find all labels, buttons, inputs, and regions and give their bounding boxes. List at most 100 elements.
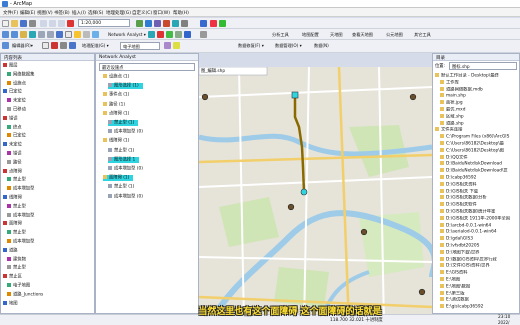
- toc-row[interactable]: 地图: [3, 300, 18, 307]
- identify-icon[interactable]: [65, 31, 72, 38]
- zoom-out-icon[interactable]: [11, 31, 18, 38]
- network-analyst-toolbar-label[interactable]: Network Analyst ▾: [108, 32, 146, 37]
- catalog-item[interactable]: D:\GIS相关数据\统计年鉴: [440, 209, 520, 215]
- toolbar-analysis-tools[interactable]: 分析工具: [272, 32, 289, 38]
- catalog-item[interactable]: E:\测试数据: [440, 297, 520, 303]
- toolbar-other-tools[interactable]: 其它工具: [414, 32, 431, 38]
- menu-selection[interactable]: 选择(S): [88, 10, 103, 16]
- toc-row[interactable]: 未定位: [3, 142, 22, 148]
- facility-marker-icon[interactable]: [360, 228, 368, 236]
- delete-icon[interactable]: [67, 20, 74, 27]
- toc-row[interactable]: 成本增加型: [7, 212, 34, 219]
- toc-row[interactable]: 已定位: [3, 89, 22, 95]
- toc-row[interactable]: 已移动: [7, 107, 26, 113]
- catalog-item[interactable]: D:\QQ文件: [440, 154, 520, 161]
- na-analysis-dropdown[interactable]: 最近设施点: [99, 63, 195, 71]
- trace-icon[interactable]: [60, 42, 67, 49]
- toolbar-public-map[interactable]: 公元地图: [386, 32, 403, 38]
- sketch-icon[interactable]: [42, 42, 49, 49]
- catalog-item[interactable]: E:\GIS资料: [440, 270, 520, 276]
- find-icon[interactable]: [74, 31, 81, 38]
- facility-marker-icon[interactable]: [201, 93, 209, 101]
- toc-row[interactable]: 路径: [7, 159, 22, 166]
- na-class-row[interactable]: 成本增加型 (0): [108, 129, 147, 135]
- catalog-item[interactable]: D:\GIS相关 下载: [440, 188, 520, 195]
- toc-row[interactable]: 成本增加型: [7, 186, 34, 192]
- directions-icon[interactable]: [175, 31, 182, 38]
- catalog-item[interactable]: D:\数据\GIS资料\世界行政: [440, 256, 520, 263]
- save-icon[interactable]: [20, 20, 27, 27]
- toolbar-map-config[interactable]: 地图配置: [302, 32, 319, 38]
- na-class-row[interactable]: 面障碍 (1): [103, 175, 134, 182]
- toc-row[interactable]: 设施点: [7, 80, 26, 87]
- full-extent-icon[interactable]: [29, 31, 36, 38]
- catalog-item[interactable]: D:\GIS相关资料: [440, 181, 520, 188]
- catalog-item[interactable]: 面状.jpg: [440, 100, 520, 106]
- toolbar-view-tianditu[interactable]: 查看天地图: [352, 32, 373, 38]
- menu-view[interactable]: 视图(V): [37, 10, 53, 16]
- toc-row[interactable]: 错误: [7, 151, 22, 157]
- link-table-icon[interactable]: [173, 42, 180, 49]
- map-tab-label[interactable]: 图_编辑.shp: [201, 68, 225, 74]
- model-builder-icon[interactable]: [200, 20, 207, 27]
- copy-icon[interactable]: [49, 20, 56, 27]
- na-class-row[interactable]: 图形选择 (1): [108, 83, 143, 90]
- catalog-item[interactable]: 文件夹连接: [435, 127, 519, 133]
- catalog-icon[interactable]: [154, 20, 161, 27]
- print-icon[interactable]: [29, 20, 36, 27]
- catalog-item[interactable]: D:\gdal\GIS3: [440, 236, 520, 242]
- toc-row[interactable]: 禁止区: [3, 274, 22, 280]
- data-menu[interactable]: 数据(N): [314, 43, 329, 49]
- na-class-row[interactable]: 成本增加型 (0): [108, 166, 147, 172]
- toc-row[interactable]: 道路: [3, 247, 18, 254]
- toc-row[interactable]: 道路_Junctions: [7, 291, 43, 298]
- network-dataset-icon[interactable]: [148, 31, 155, 38]
- toc-row[interactable]: 线障碍: [3, 195, 22, 201]
- catalog-item[interactable]: E:\地图\数据: [440, 283, 520, 290]
- toc-row[interactable]: 点障碍: [3, 168, 22, 175]
- zoom-in-icon[interactable]: [2, 31, 9, 38]
- catalog-item[interactable]: E:\地图: [440, 277, 520, 283]
- data-management-menu[interactable]: 数据管理(O) ▾: [275, 43, 302, 49]
- toc-row[interactable]: 电子地图: [7, 283, 30, 289]
- catalog-item[interactable]: D:\地图下载\世界: [440, 249, 520, 256]
- python-icon[interactable]: [181, 20, 188, 27]
- catalog-item[interactable]: C:\Users\86182\Desktop\最: [440, 141, 520, 147]
- catalog-item[interactable]: D:\GIS相关数据\分析: [440, 195, 520, 201]
- catalog-item[interactable]: C:\Program Files (x86)\ArcGIS: [440, 134, 520, 140]
- menu-file[interactable]: 文件(F): [3, 10, 18, 16]
- toc-row[interactable]: 成本增加型: [7, 239, 34, 245]
- na-class-row[interactable]: 点障碍 (1): [103, 110, 133, 117]
- toc-row[interactable]: 已定位: [7, 133, 26, 139]
- layer-dropdown[interactable]: 电子地图: [120, 42, 160, 50]
- catalog-item[interactable]: D:\aerialod-0.0.1-win64: [440, 229, 520, 235]
- facility-marker-icon[interactable]: [409, 93, 417, 101]
- na-class-row[interactable]: 线障碍 (1): [103, 138, 133, 144]
- table-icon[interactable]: [145, 20, 152, 27]
- menu-help[interactable]: 帮助(H): [173, 10, 189, 16]
- na-class-row[interactable]: 设施点 (1): [103, 74, 133, 80]
- hyperlink-icon[interactable]: [92, 31, 99, 38]
- menu-windows[interactable]: 窗口(W): [153, 10, 170, 16]
- grid-icon[interactable]: [200, 31, 207, 38]
- arctoolbox-icon[interactable]: [172, 20, 179, 27]
- catalog-item[interactable]: 道路网络数据.mdb: [440, 86, 520, 93]
- back-icon[interactable]: [38, 31, 45, 38]
- menu-insert[interactable]: 插入(I): [72, 10, 86, 16]
- add-data-icon[interactable]: [219, 20, 226, 27]
- catalog-item[interactable]: D:\文件\GIS\资料\世界: [440, 263, 520, 269]
- attributes-icon[interactable]: [69, 42, 76, 49]
- menu-bookmarks[interactable]: 书签(B): [54, 10, 70, 16]
- menu-customize[interactable]: 自定义(C): [132, 10, 152, 16]
- na-class-row[interactable]: 禁止型 (1): [108, 184, 138, 190]
- na-window-icon[interactable]: [184, 31, 191, 38]
- facility-point-icon[interactable]: [291, 91, 299, 99]
- na-class-row[interactable]: 禁止型 (1): [108, 147, 138, 154]
- menu-edit[interactable]: 编辑(E): [20, 10, 35, 16]
- forward-icon[interactable]: [47, 31, 54, 38]
- menu-geoprocessing[interactable]: 地理处理(G): [106, 10, 131, 16]
- toc-row[interactable]: 图层: [3, 63, 18, 69]
- toc-row[interactable]: 禁止型: [7, 177, 26, 183]
- catalog-item[interactable]: D:\BaiduNetdiskDownload: [440, 161, 520, 167]
- catalog-item[interactable]: main.shp: [440, 93, 520, 99]
